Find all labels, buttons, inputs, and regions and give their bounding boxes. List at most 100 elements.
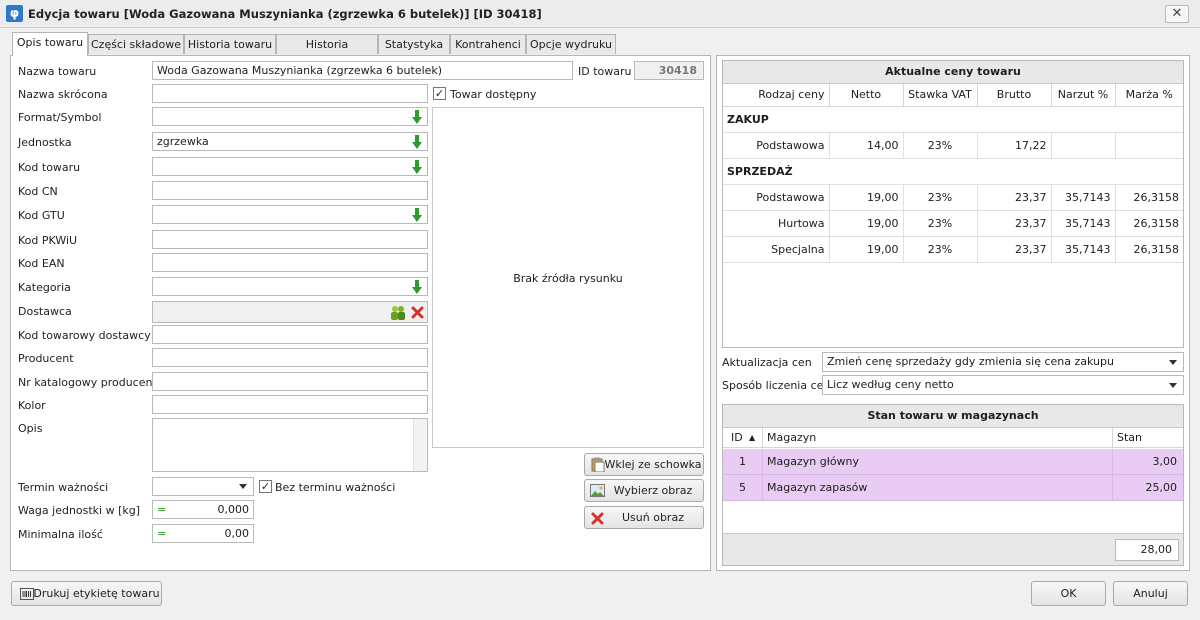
dostawca-field[interactable]: [152, 301, 428, 323]
label-jednostka: Jednostka: [18, 136, 72, 149]
sposob-liczenia-dropdown[interactable]: Licz według ceny netto: [822, 375, 1184, 395]
green-arrow-down-icon[interactable]: [411, 110, 423, 124]
label-opis: Opis: [18, 422, 43, 435]
nazwa-towaru-input[interactable]: Woda Gazowana Muszynianka (zgrzewka 6 bu…: [152, 61, 573, 80]
section-zakup: ZAKUP: [723, 106, 1183, 133]
col-magazyn[interactable]: Magazyn: [763, 428, 1113, 447]
marza-cell: 26,3158: [1115, 236, 1183, 263]
label-nazwa-skrocona: Nazwa skrócona: [18, 88, 108, 101]
remove-image-button[interactable]: Usuń obraz: [584, 506, 704, 529]
format-symbol-input[interactable]: [152, 107, 428, 126]
kod-towarowy-dostawcy-input[interactable]: [152, 325, 428, 344]
image-placeholder-text: Brak źródła rysunku: [513, 272, 623, 285]
narzut-cell: 35,7143: [1051, 236, 1116, 263]
stock-header-row: ID ▲ Magazyn Stan: [723, 428, 1183, 448]
kod-ean-input[interactable]: [152, 253, 428, 272]
col-netto[interactable]: Netto: [829, 84, 904, 107]
price-type-cell: Hurtowa: [723, 210, 830, 237]
nr-katalogowy-input[interactable]: [152, 372, 428, 391]
col-narzut[interactable]: Narzut %: [1051, 84, 1116, 107]
clipboard-icon: [591, 457, 605, 472]
green-arrow-down-icon[interactable]: [411, 280, 423, 294]
tab-opcje-wydruku[interactable]: Opcje wydruku: [526, 34, 616, 54]
jednostka-value: zgrzewka: [157, 135, 209, 148]
nazwa-skrocona-input[interactable]: [152, 84, 428, 103]
print-label-button[interactable]: Drukuj etykietę towaru: [11, 581, 162, 606]
choose-image-button[interactable]: Wybierz obraz: [584, 479, 704, 502]
sposob-liczenia-value: Licz według ceny netto: [827, 378, 954, 391]
kod-gtu-input[interactable]: [152, 205, 428, 224]
price-type-cell: Specjalna: [723, 236, 830, 263]
ok-button[interactable]: OK: [1031, 581, 1106, 606]
green-arrow-down-icon[interactable]: [411, 135, 423, 149]
col-marza[interactable]: Marża %: [1115, 84, 1183, 107]
label-id-towaru: ID towaru: [578, 65, 632, 78]
waga-jednostki-input[interactable]: = 0,000: [152, 500, 254, 519]
green-arrow-down-icon[interactable]: [411, 160, 423, 174]
minimalna-ilosc-input[interactable]: = 0,00: [152, 524, 254, 543]
stock-magazyn-cell: Magazyn zapasów: [763, 475, 1113, 500]
paste-clipboard-button[interactable]: Wklej ze schowka: [584, 453, 704, 476]
red-x-icon[interactable]: [411, 306, 424, 319]
termin-waznosci-dropdown[interactable]: [152, 477, 254, 496]
table-row[interactable]: Hurtowa 19,00 23% 23,37 35,7143 26,3158: [723, 210, 1183, 237]
stock-total-field: 28,00: [1115, 539, 1179, 561]
tab-czesci-skladowe[interactable]: Części składowe: [88, 34, 184, 54]
jednostka-input[interactable]: zgrzewka: [152, 132, 428, 151]
netto-cell: 19,00: [829, 184, 904, 211]
opis-scrollbar[interactable]: [413, 419, 427, 471]
bez-terminu-checkbox[interactable]: ✓: [259, 480, 272, 493]
kod-pkwiu-input[interactable]: [152, 230, 428, 249]
col-stawka-vat[interactable]: Stawka VAT: [903, 84, 978, 107]
kategoria-input[interactable]: [152, 277, 428, 296]
section-zakup-label: ZAKUP: [723, 106, 1183, 133]
tab-historia-zamowien[interactable]: Historia zamówień: [276, 34, 378, 70]
tab-kontrahenci[interactable]: Kontrahenci: [450, 34, 526, 54]
table-row[interactable]: 5 Magazyn zapasów 25,00: [723, 475, 1183, 501]
col-id[interactable]: ID ▲: [723, 428, 763, 447]
vat-cell: 23%: [903, 236, 978, 263]
narzut-cell: 35,7143: [1051, 210, 1116, 237]
col-stan[interactable]: Stan: [1113, 428, 1183, 447]
kod-cn-input[interactable]: [152, 181, 428, 200]
col-rodzaj-ceny[interactable]: Rodzaj ceny: [723, 84, 830, 107]
stock-magazyn-cell: Magazyn główny: [763, 449, 1113, 474]
prices-header-row: Rodzaj ceny Netto Stawka VAT Brutto Narz…: [723, 84, 1183, 107]
table-row[interactable]: Podstawowa 14,00 23% 17,22: [723, 132, 1183, 159]
netto-cell: 19,00: [829, 210, 904, 237]
chevron-down-icon: [1169, 383, 1177, 388]
towar-dostepny-checkbox[interactable]: ✓: [433, 87, 446, 100]
brutto-cell: 23,37: [977, 210, 1052, 237]
col-brutto[interactable]: Brutto: [977, 84, 1052, 107]
producent-input[interactable]: [152, 348, 428, 367]
marza-cell: [1115, 132, 1183, 159]
table-row[interactable]: Specjalna 19,00 23% 23,37 35,7143 26,315…: [723, 236, 1183, 263]
tab-historia-towaru[interactable]: Historia towaru: [184, 34, 276, 54]
table-row[interactable]: Podstawowa 19,00 23% 23,37 35,7143 26,31…: [723, 184, 1183, 211]
stock-id-cell: 1: [723, 449, 763, 474]
contacts-icon[interactable]: [390, 305, 406, 320]
label-kod-gtu: Kod GTU: [18, 209, 65, 222]
image-icon: [590, 484, 605, 497]
equals-icon: =: [157, 503, 167, 516]
image-preview[interactable]: Brak źródła rysunku: [432, 107, 704, 448]
price-type-cell: Podstawowa: [723, 132, 830, 159]
section-sprzedaz-label: SPRZEDAŻ: [723, 158, 1183, 185]
cancel-button[interactable]: Anuluj: [1113, 581, 1188, 606]
tab-opis-towaru[interactable]: Opis towaru: [12, 32, 88, 56]
kod-towaru-input[interactable]: [152, 157, 428, 176]
green-arrow-down-icon[interactable]: [411, 208, 423, 222]
kolor-input[interactable]: [152, 395, 428, 414]
opis-textarea[interactable]: [152, 418, 428, 472]
close-button[interactable]: ✕: [1165, 5, 1189, 23]
prices-group: Aktualne ceny towaru Rodzaj ceny Netto S…: [722, 60, 1184, 348]
tab-statystyka[interactable]: Statystyka: [378, 34, 450, 54]
table-row[interactable]: 1 Magazyn główny 3,00: [723, 449, 1183, 475]
netto-cell: 19,00: [829, 236, 904, 263]
vat-cell: 23%: [903, 184, 978, 211]
min-ilosc-value: 0,00: [224, 527, 250, 540]
vat-cell: 23%: [903, 210, 978, 237]
stock-footer: 28,00: [723, 533, 1183, 565]
sposob-liczenia-label: Sposób liczenia cen: [722, 379, 831, 392]
aktualizacja-cen-dropdown[interactable]: Zmień cenę sprzedaży gdy zmienia się cen…: [822, 352, 1184, 372]
